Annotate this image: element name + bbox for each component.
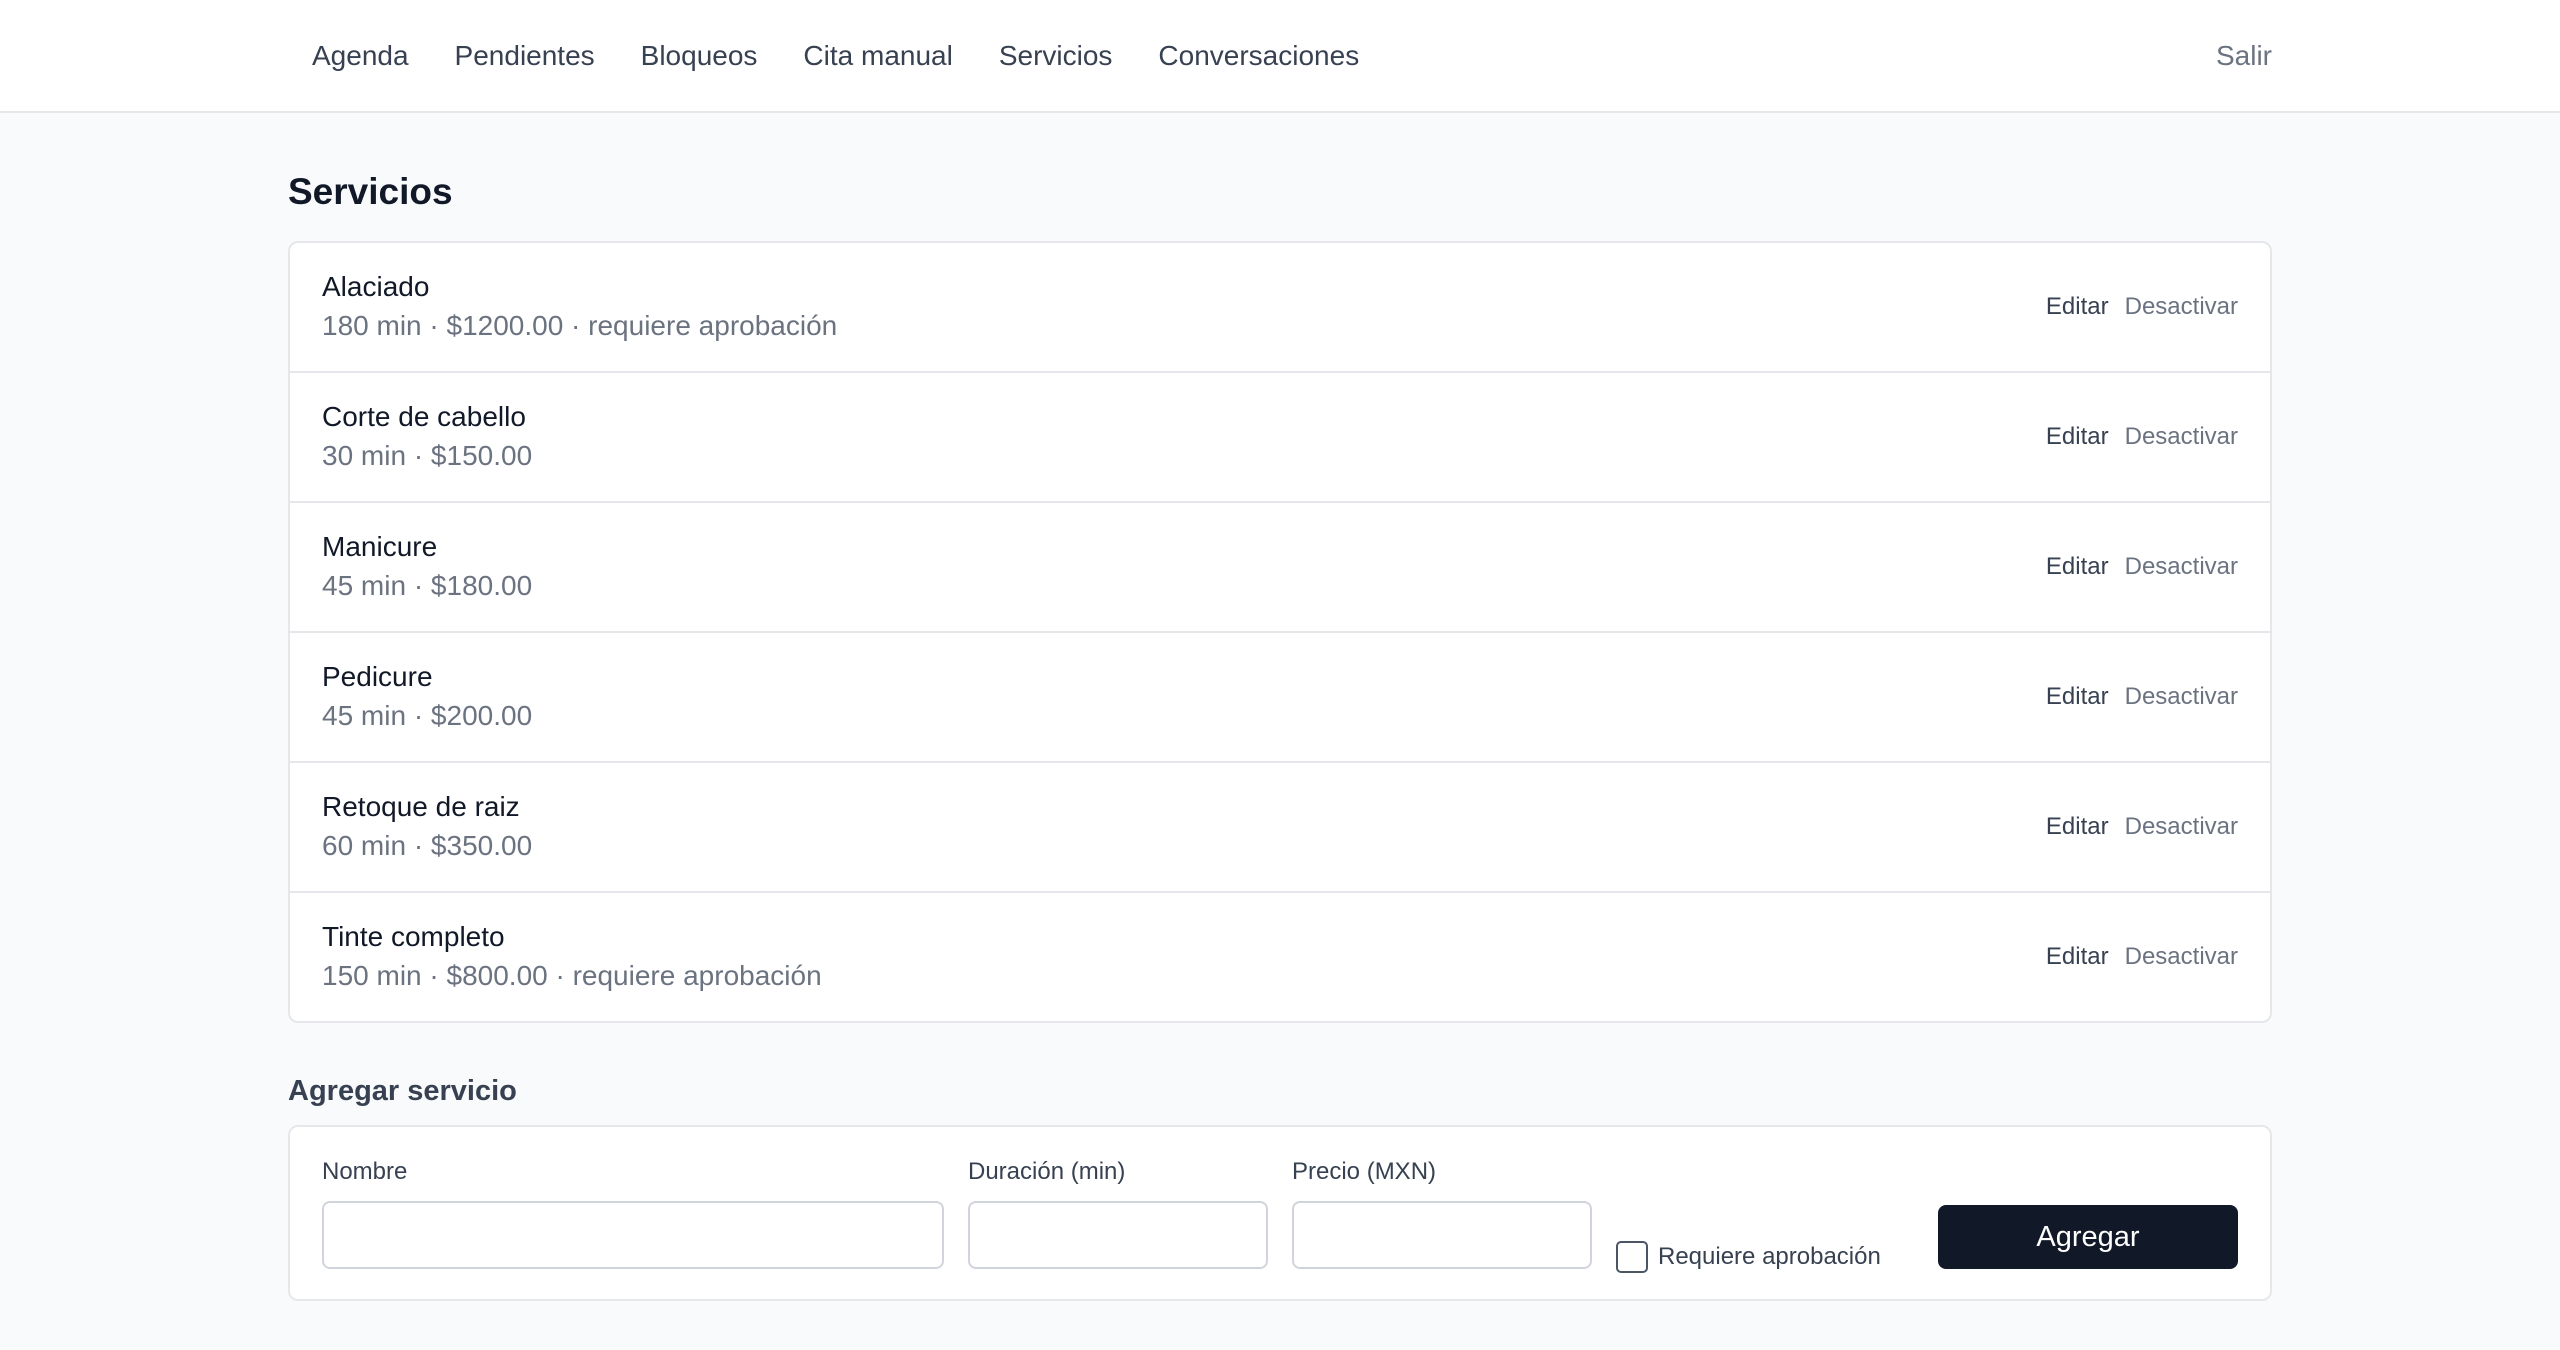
main-content: Servicios Alaciado 180 min · $1200.00 · … bbox=[0, 167, 2560, 1301]
service-row: Tinte completo 150 min · $800.00 · requi… bbox=[290, 891, 2270, 1021]
service-actions: Editar Desactivar bbox=[2046, 553, 2238, 581]
service-details: 30 min · $150.00 bbox=[322, 440, 533, 471]
nav-link-agenda[interactable]: Agenda bbox=[288, 36, 432, 76]
service-info: Tinte completo 150 min · $800.00 · requi… bbox=[322, 918, 822, 996]
deactivate-button[interactable]: Desactivar bbox=[2125, 553, 2238, 581]
service-name: Pedicure bbox=[322, 661, 433, 692]
service-details: 180 min · $1200.00 · requiere aprobación bbox=[322, 310, 838, 341]
duration-label: Duración (min) bbox=[968, 1158, 1126, 1185]
service-name: Manicure bbox=[322, 531, 438, 562]
service-details: 60 min · $350.00 bbox=[322, 830, 533, 861]
deactivate-button[interactable]: Desactivar bbox=[2125, 683, 2238, 711]
duration-field-group: Duración (min) bbox=[968, 1157, 1268, 1269]
edit-button[interactable]: Editar bbox=[2046, 293, 2109, 321]
nav-link-conversaciones[interactable]: Conversaciones bbox=[1135, 36, 1382, 76]
price-input[interactable] bbox=[1292, 1201, 1592, 1269]
requires-approval-option[interactable]: Requiere aprobación bbox=[1616, 1241, 1881, 1273]
service-details: 45 min · $200.00 bbox=[322, 700, 533, 731]
service-info: Manicure 45 min · $180.00 bbox=[322, 528, 532, 606]
service-info: Alaciado 180 min · $1200.00 · requiere a… bbox=[322, 268, 837, 346]
service-list: Alaciado 180 min · $1200.00 · requiere a… bbox=[288, 241, 2272, 1023]
service-row: Alaciado 180 min · $1200.00 · requiere a… bbox=[290, 243, 2270, 371]
edit-button[interactable]: Editar bbox=[2046, 813, 2109, 841]
nav-link-bloqueos[interactable]: Bloqueos bbox=[618, 36, 781, 76]
service-row: Pedicure 45 min · $200.00 Editar Desacti… bbox=[290, 631, 2270, 761]
price-field-group: Precio (MXN) bbox=[1292, 1157, 1592, 1269]
service-name: Corte de cabello bbox=[322, 401, 526, 432]
nav-link-pendientes[interactable]: Pendientes bbox=[432, 36, 618, 76]
nav-links: Agenda Pendientes Bloqueos Cita manual S… bbox=[288, 36, 1382, 76]
service-row: Manicure 45 min · $180.00 Editar Desacti… bbox=[290, 501, 2270, 631]
service-name: Alaciado bbox=[322, 271, 430, 302]
service-info: Pedicure 45 min · $200.00 bbox=[322, 658, 532, 736]
service-actions: Editar Desactivar bbox=[2046, 423, 2238, 451]
service-actions: Editar Desactivar bbox=[2046, 293, 2238, 321]
top-navigation: Agenda Pendientes Bloqueos Cita manual S… bbox=[0, 0, 2560, 113]
edit-button[interactable]: Editar bbox=[2046, 683, 2109, 711]
nav-link-servicios[interactable]: Servicios bbox=[976, 36, 1136, 76]
name-input[interactable] bbox=[322, 1201, 944, 1269]
service-name: Tinte completo bbox=[322, 921, 505, 952]
add-service-button[interactable]: Agregar bbox=[1938, 1205, 2238, 1269]
requires-approval-checkbox[interactable] bbox=[1616, 1241, 1648, 1273]
page-title: Servicios bbox=[288, 171, 453, 212]
service-info: Retoque de raiz 60 min · $350.00 bbox=[322, 788, 532, 866]
requires-approval-label: Requiere aprobación bbox=[1658, 1243, 1881, 1270]
price-label: Precio (MXN) bbox=[1292, 1158, 1437, 1185]
service-actions: Editar Desactivar bbox=[2046, 943, 2238, 971]
duration-input[interactable] bbox=[968, 1201, 1268, 1269]
service-details: 45 min · $180.00 bbox=[322, 570, 533, 601]
edit-button[interactable]: Editar bbox=[2046, 943, 2109, 971]
service-row: Retoque de raiz 60 min · $350.00 Editar … bbox=[290, 761, 2270, 891]
service-name: Retoque de raiz bbox=[322, 791, 520, 822]
edit-button[interactable]: Editar bbox=[2046, 423, 2109, 451]
deactivate-button[interactable]: Desactivar bbox=[2125, 943, 2238, 971]
edit-button[interactable]: Editar bbox=[2046, 553, 2109, 581]
name-field-group: Nombre bbox=[322, 1157, 944, 1269]
add-service-title: Agregar servicio bbox=[288, 1075, 517, 1107]
service-row: Corte de cabello 30 min · $150.00 Editar… bbox=[290, 371, 2270, 501]
deactivate-button[interactable]: Desactivar bbox=[2125, 423, 2238, 451]
name-label: Nombre bbox=[322, 1158, 408, 1185]
service-actions: Editar Desactivar bbox=[2046, 683, 2238, 711]
logout-link[interactable]: Salir bbox=[2216, 40, 2272, 72]
add-service-form: Nombre Duración (min) Precio (MXN) Requi… bbox=[288, 1125, 2272, 1301]
service-info: Corte de cabello 30 min · $150.00 bbox=[322, 398, 532, 476]
service-details: 150 min · $800.00 · requiere aprobación bbox=[322, 960, 822, 991]
nav-link-cita-manual[interactable]: Cita manual bbox=[780, 36, 975, 76]
service-actions: Editar Desactivar bbox=[2046, 813, 2238, 841]
deactivate-button[interactable]: Desactivar bbox=[2125, 293, 2238, 321]
deactivate-button[interactable]: Desactivar bbox=[2125, 813, 2238, 841]
